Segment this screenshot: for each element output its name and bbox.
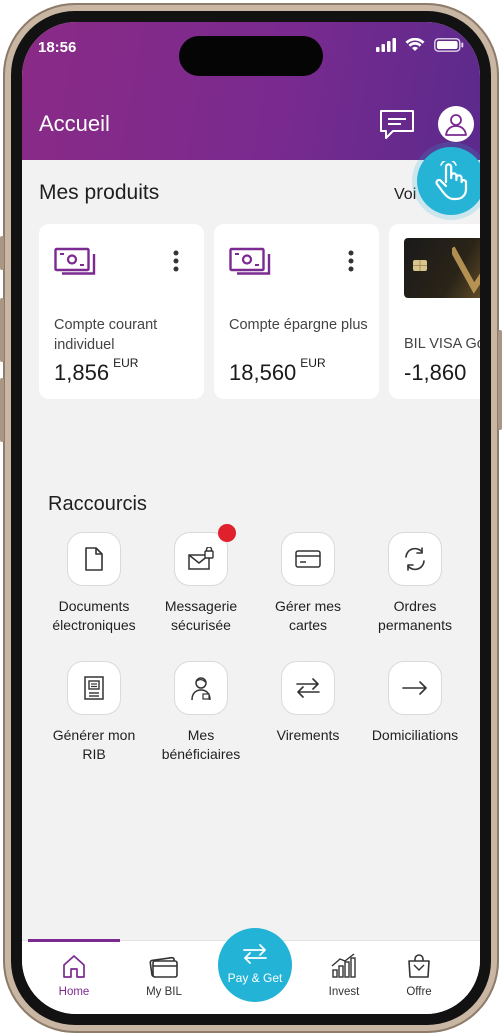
shortcut-beneficiaries[interactable]: Mes bénéficiaires [149,661,253,764]
wallet-cards-icon [149,956,178,978]
product-balance: 18,560 EUR [229,356,326,386]
bottom-navigation: Home My BIL Pay & Get Invest Offre [22,928,480,1014]
shortcut-electronic-documents[interactable]: Documents électroniques [42,532,146,635]
credit-card-icon [295,550,321,568]
active-tab-indicator [28,939,120,942]
help-fab[interactable] [417,147,480,215]
product-card-savings-account[interactable]: Compte épargne plus 18,560 EUR [214,224,379,399]
rib-document-icon [84,676,104,700]
products-title: Mes produits [39,181,160,204]
shortcut-icon-box [388,661,442,715]
chat-button[interactable] [379,109,415,141]
shortcut-icon-box [174,661,228,715]
card-brand-mark-icon [452,246,480,294]
pay-and-get-label: Pay & Get [227,971,283,985]
shortcuts-title: Raccourcis [48,493,147,515]
home-icon [63,955,85,978]
product-name: Compte épargne plus [229,317,368,333]
shortcut-label: Domiciliations [371,727,459,743]
status-time: 18:56 [38,39,77,56]
profile-button[interactable] [438,106,474,142]
action-button [0,236,4,270]
secure-mail-icon [188,547,214,570]
nav-offer[interactable]: Offre [379,953,459,998]
product-name: BIL VISA Go [404,336,480,352]
nav-label: My BIL [146,986,182,998]
more-options-icon[interactable] [348,250,354,272]
balance-currency: EUR [300,356,326,370]
shortcut-label: Documents électroniques [52,598,136,633]
exchange-arrows-icon [243,944,267,964]
main-content: Mes produits Voi Compte courant individu… [22,147,480,940]
shortcut-direct-debits[interactable]: Domiciliations [363,661,467,745]
shortcut-transfers[interactable]: Virements [256,661,360,745]
shortcut-label: Générer mon RIB [52,727,136,762]
product-balance: -1,860 [404,360,466,386]
volume-down-button [0,378,4,442]
user-icon [445,114,467,136]
power-button [498,330,502,430]
transfer-arrows-icon [296,678,320,698]
product-card-current-account[interactable]: Compte courant individuel 1,856 EUR [39,224,204,399]
shortcut-standing-orders[interactable]: Ordres permanents [363,532,467,635]
shortcut-icon-box [281,661,335,715]
nav-my-bil[interactable]: My BIL [124,953,204,998]
status-icons [376,38,464,52]
shortcut-icon-box [67,661,121,715]
shortcut-label: Mes bénéficiaires [161,727,241,762]
shopping-bag-icon [408,954,430,978]
shortcut-label: Ordres permanents [378,598,452,633]
shortcut-label: Virements [276,727,340,743]
balance-value: 1,856 [54,360,110,385]
shortcut-icon-box [174,524,236,586]
shortcut-manage-cards[interactable]: Gérer mes cartes [256,532,360,635]
shortcut-icon-box [281,532,335,586]
see-all-link[interactable]: Voi [394,186,416,204]
product-name: Compte courant individuel [54,317,158,353]
page-title: Accueil [39,111,110,136]
chat-icon [380,110,414,139]
product-balance: 1,856 EUR [54,356,138,386]
dynamic-island [179,36,323,76]
nav-label: Invest [328,986,360,998]
banknote-icon [54,247,96,275]
refresh-icon [405,547,425,571]
shortcut-label: Gérer mes cartes [274,598,342,633]
banknote-icon [229,247,271,275]
screen: 18:56 Accueil Mes produits Voi Compte co… [22,22,480,1014]
beneficiary-icon [191,677,211,701]
notification-badge [218,524,236,542]
shortcut-secure-messaging[interactable]: Messagerie sécurisée [149,524,253,635]
product-card-visa[interactable]: BIL VISA Go -1,860 [389,224,480,399]
hand-pointer-icon [435,161,468,201]
more-options-icon[interactable] [173,250,179,272]
balance-currency: EUR [113,356,139,370]
nav-invest[interactable]: Invest [304,953,384,998]
document-icon [85,547,103,571]
balance-value: 18,560 [229,360,297,385]
balance-value: -1,860 [404,360,467,385]
shortcut-icon-box [67,532,121,586]
wifi-icon [405,38,425,51]
nav-label: Home [58,986,90,998]
arrow-right-icon [402,681,427,695]
shortcut-generate-rib[interactable]: Générer mon RIB [42,661,146,764]
cellular-signal-icon [376,38,396,52]
battery-icon [434,38,464,52]
shortcut-icon-box [388,532,442,586]
nav-label: Offre [406,986,432,998]
volume-up-button [0,298,4,362]
nav-home[interactable]: Home [34,953,114,998]
credit-card-image [404,238,480,298]
pay-and-get-button[interactable]: Pay & Get [218,928,292,1002]
invest-chart-icon [331,953,356,978]
shortcut-label: Messagerie sécurisée [164,598,238,633]
card-chip-icon [413,260,427,271]
app-header: 18:56 Accueil [22,22,480,160]
